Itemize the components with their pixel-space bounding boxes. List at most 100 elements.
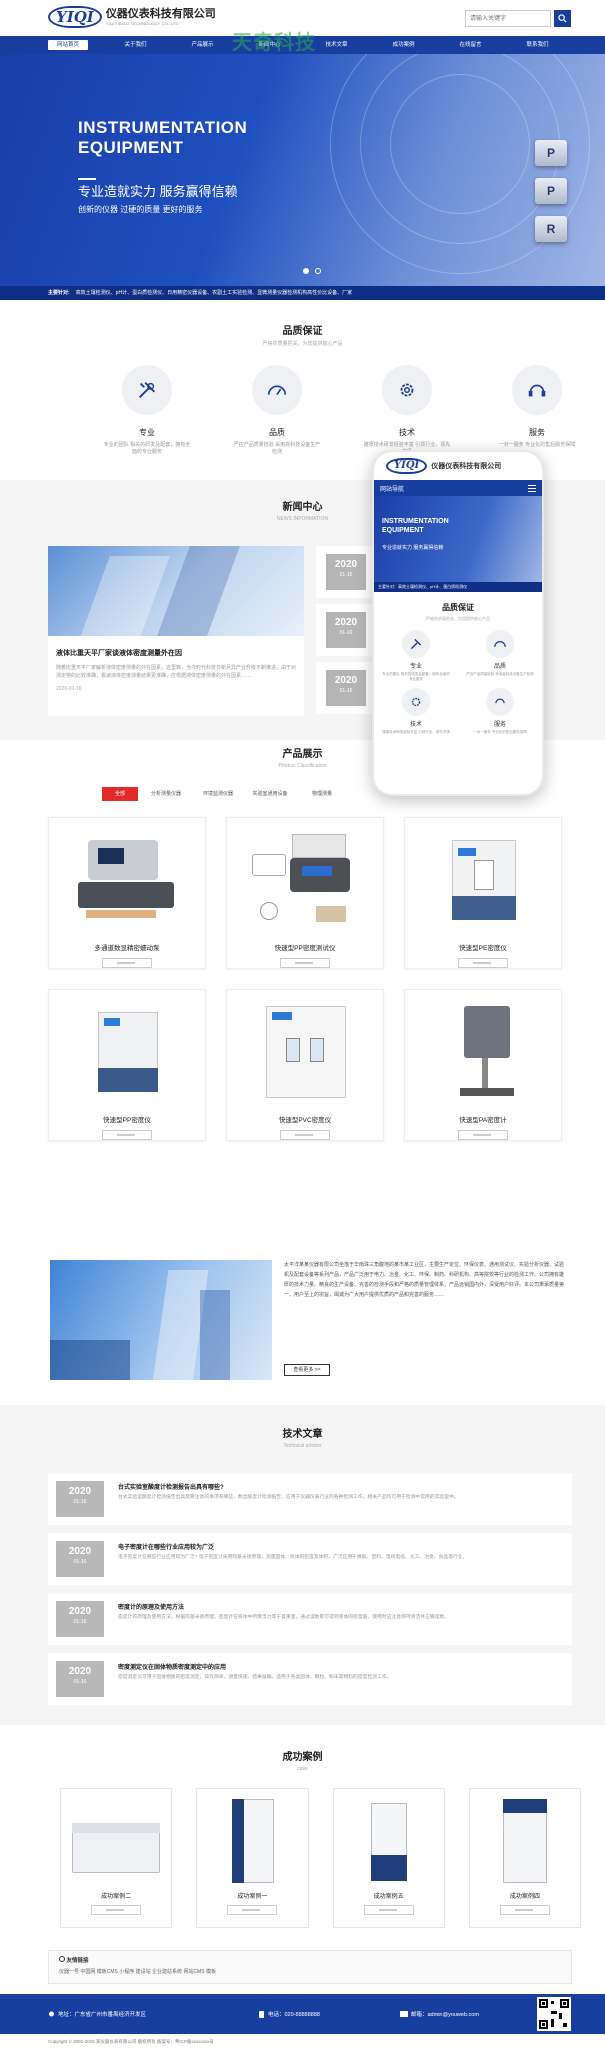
key-p2: P <box>535 178 567 204</box>
tech-section: 技术文章 Technical articles 2020 01-16 台式实验室酸… <box>0 1405 605 1725</box>
hero-banner: INSTRUMENTATION EQUIPMENT 专业造就实力 服务赢得信赖 … <box>0 54 605 286</box>
mail-icon <box>400 2011 408 2017</box>
banner-dot-1[interactable] <box>303 268 309 274</box>
company-name-en: YIQIYIBIAO TECHNOLOGY CO.,LTD <box>105 21 179 26</box>
arrow-right-icon <box>117 962 135 964</box>
news-featured-title[interactable]: 液体比重天平厂家谈液体密度测量外在因 <box>56 648 296 658</box>
case-card[interactable]: 成功案例四 <box>468 1788 581 1928</box>
more-button[interactable] <box>102 958 152 968</box>
menu-icon[interactable] <box>528 484 536 492</box>
arrow-right-icon <box>242 1909 261 1911</box>
headset-icon <box>528 384 546 397</box>
nav-cases[interactable]: 成功案例 <box>370 36 437 54</box>
case-image <box>475 1795 575 1885</box>
product-image <box>424 826 542 936</box>
location-icon <box>49 2011 54 2016</box>
links-title: 友情链接 <box>66 1958 89 1964</box>
footer-email[interactable]: 邮箱：admin@youweb.com <box>411 2010 479 2018</box>
copyright: Copyright © 2002-2020 某仪器仪表有限公司 版权所有 备案号… <box>0 2036 605 2048</box>
about-section: 太平洋某某仪器有限公司坐落于华南珠三角腹地的某市某工业区，主要生产定位、环保仪表… <box>0 1200 605 1410</box>
more-button[interactable] <box>102 1130 152 1140</box>
banner-dot-2[interactable] <box>315 268 321 274</box>
nav-home[interactable]: 网站首页 <box>48 40 88 50</box>
arrow-right-icon <box>295 962 313 964</box>
quality-item: 专业 专业的团队 相关的研发及配套，拥有全面的专业服务 <box>82 365 212 456</box>
news-featured-desc: 随着比重天平厂家解析液体密度测量的外在因素，这里数，当今时代科技日新月异产业升级… <box>56 665 297 679</box>
about-image <box>50 1260 272 1380</box>
cases-subtitle: case <box>297 1766 308 1772</box>
banner-dots <box>300 268 324 274</box>
gear-icon <box>411 697 421 707</box>
more-button[interactable] <box>91 1905 142 1915</box>
phone-nav-label[interactable]: 网站导航 <box>380 484 404 493</box>
tech-article[interactable]: 2020 01-16 密度测定仪在固体物质密度测定中的应用 密度测定仪可用于固体物质… <box>48 1653 572 1705</box>
arrow-right-icon <box>295 1134 313 1136</box>
tech-article[interactable]: 2020 01-16 电子密度计在哪些行业应用较为广泛 电子密度计在哪些行业应用较为… <box>48 1533 572 1585</box>
arrow-right-icon <box>473 1134 491 1136</box>
news-side-item[interactable]: 2020 01-16 <box>316 662 376 714</box>
search-input[interactable] <box>465 10 551 27</box>
more-button[interactable] <box>458 958 508 968</box>
site-footer: 地址：广东省广州市番禺经济开发区 电话：020-88888888 邮箱：admi… <box>0 1994 605 2034</box>
news-featured-date: 2020-01-16 <box>56 686 82 692</box>
product-card[interactable]: 快速型PA密度计 <box>404 989 562 1141</box>
news-featured[interactable]: 液体比重天平厂家谈液体密度测量外在因 随着比重天平厂家解析液体密度测量的外在因素… <box>48 546 304 716</box>
links-list[interactable]: 仪器一号 中国网 模板CMS 小程序 建设站 企业建站系统 网站CMS 模板 <box>59 1968 571 1975</box>
product-card[interactable]: 快速型PP密度测试仪 <box>226 817 384 969</box>
about-more-button[interactable]: 查看更多 >> <box>284 1364 330 1376</box>
more-button[interactable] <box>499 1905 550 1915</box>
link-icon <box>59 1956 65 1962</box>
news-side-item[interactable]: 2020 01-16 <box>316 604 376 656</box>
company-name: 仪器仪表科技有限公司 <box>105 8 216 20</box>
more-button[interactable] <box>458 1130 508 1140</box>
footer-address: 地址：广东省广州市番禺经济开发区 <box>58 2012 147 2018</box>
tab-all[interactable]: 全部 <box>102 787 138 801</box>
news-side-item[interactable]: 2020 01-16 <box>316 546 376 598</box>
search-button[interactable] <box>554 10 571 27</box>
tech-subtitle: Technical articles <box>283 1443 322 1449</box>
product-image <box>424 998 542 1108</box>
site-header: YIQI 仪器仪表科技有限公司 YIQIYIBIAO TECHNOLOGY CO… <box>0 0 605 54</box>
case-card[interactable]: 成功案例一 <box>196 1788 309 1928</box>
banner-title: INSTRUMENTATION EQUIPMENT <box>78 118 248 157</box>
case-card[interactable]: 成功案例二 <box>60 1788 173 1928</box>
banner-subslogan: 创新的仪器 过硬的质量 更好的服务 <box>78 205 203 214</box>
quality-item: 技术 雄厚技术研发经验丰富 引领行业，领先市场 <box>342 365 472 456</box>
banner-slogan: 专业造就实力 服务赢得信赖 <box>78 184 238 199</box>
search-icon <box>558 14 567 23</box>
more-button[interactable] <box>280 1130 330 1140</box>
news-featured-image <box>48 546 304 636</box>
tab-category[interactable]: 物理测量 <box>298 787 346 801</box>
tab-category[interactable]: 分析测量仪器 <box>142 787 190 801</box>
hot-label: 主要针对: <box>48 290 70 296</box>
product-image <box>246 998 364 1108</box>
arrow-right-icon <box>473 962 491 964</box>
nav-message[interactable]: 在线留言 <box>437 36 504 54</box>
tab-category[interactable]: 实验室通用设备 <box>246 787 294 801</box>
product-image <box>68 826 186 936</box>
quality-subtitle: 严格的质量把关，为您提供放心产品 <box>262 341 343 347</box>
product-image <box>68 998 186 1108</box>
more-button[interactable] <box>280 958 330 968</box>
nav-products[interactable]: 产品展示 <box>169 36 236 54</box>
logo-mark: YIQI <box>48 6 102 28</box>
logo[interactable]: YIQI 仪器仪表科技有限公司 YIQIYIBIAO TECHNOLOGY CO… <box>48 6 216 28</box>
product-card[interactable]: 快速型PE密度仪 <box>404 817 562 969</box>
hot-keywords-bar: 主要针对: 高效土壤检测仪、pH计、蛋白质检测仪、日用精密仪器设备、农副土工实验… <box>0 286 605 300</box>
more-button[interactable] <box>363 1905 414 1915</box>
tech-article[interactable]: 2020 01-16 密度计的原理及使用方法 密度计的原理及使用方法，根据阿基米德原… <box>48 1593 572 1645</box>
tab-category[interactable]: 环境监测仪器 <box>194 787 242 801</box>
nav-contact[interactable]: 联系我们 <box>504 36 571 54</box>
hot-text[interactable]: 高效土壤检测仪、pH计、蛋白质检测仪、日用精密仪器设备、农副土工实验检测、显微测… <box>76 286 352 300</box>
more-button[interactable] <box>227 1905 278 1915</box>
qr-code <box>537 1997 571 2031</box>
case-card[interactable]: 成功案例五 <box>332 1788 445 1928</box>
product-card[interactable]: 多通道数显精密蠕动泵 <box>48 817 206 969</box>
search-bar <box>465 10 571 27</box>
nav-about[interactable]: 关于我们 <box>102 36 169 54</box>
product-card[interactable]: 快速型PVC密度仪 <box>226 989 384 1141</box>
key-p1: P <box>535 140 567 166</box>
product-card[interactable]: 快速型PP密度仪 <box>48 989 206 1141</box>
case-image <box>339 1795 439 1885</box>
tech-article[interactable]: 2020 01-16 台式实验室酸度计检测报告出具有哪些? 台式实验室酸度计检测报告… <box>48 1473 572 1525</box>
